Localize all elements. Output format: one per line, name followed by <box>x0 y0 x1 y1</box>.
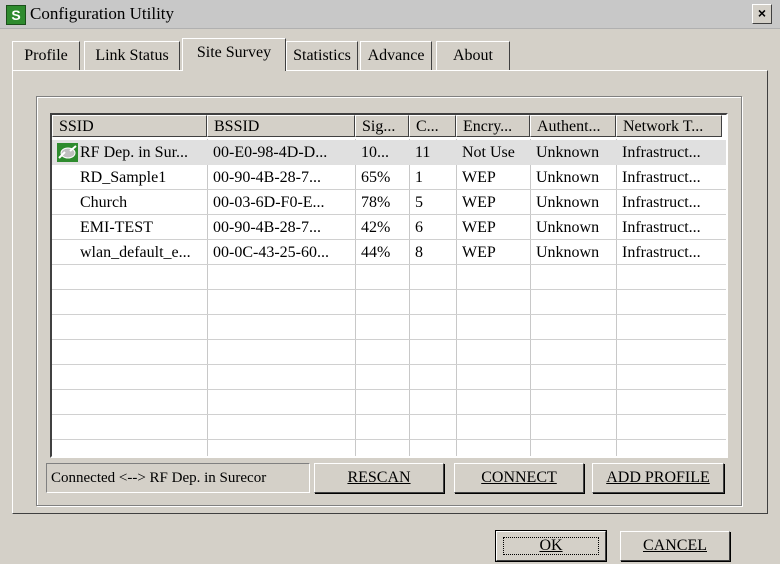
bssid-cell: 00-03-6D-F0-E... <box>213 194 325 211</box>
tab-statistics[interactable]: Statistics <box>286 41 358 70</box>
authentication-cell: Unknown <box>536 194 600 211</box>
focus-rectangle <box>503 537 599 555</box>
authentication-cell: Unknown <box>536 244 600 261</box>
channel-cell: 1 <box>415 169 423 186</box>
rescan-label: RESCAN <box>347 469 411 486</box>
row-line <box>52 439 726 440</box>
channel-cell: 5 <box>415 194 423 211</box>
signal-cell: 78% <box>361 194 391 211</box>
row-line <box>52 314 726 315</box>
bssid-cell: 00-90-4B-28-7... <box>213 169 321 186</box>
table-row[interactable]: Church 00-03-6D-F0-E... 78% 5 WEP Unknow… <box>52 190 726 215</box>
authentication-cell: Unknown <box>536 169 600 186</box>
ssid-cell: RD_Sample1 <box>80 169 167 186</box>
connect-button[interactable]: CONNECT <box>454 463 584 493</box>
authentication-cell: Unknown <box>536 144 600 161</box>
network-type-cell: Infrastruct... <box>622 219 701 236</box>
column-header-bssid[interactable]: BSSID <box>207 115 355 137</box>
table-row[interactable]: EMI-TEST 00-90-4B-28-7... 42% 6 WEP Unkn… <box>52 215 726 240</box>
channel-cell: 6 <box>415 219 423 236</box>
table-row[interactable]: RD_Sample1 00-90-4B-28-7... 65% 1 WEP Un… <box>52 165 726 190</box>
signal-cell: 44% <box>361 244 391 261</box>
signal-cell: 10... <box>361 144 389 161</box>
row-line <box>52 414 726 415</box>
network-type-cell: Infrastruct... <box>622 194 701 211</box>
close-button[interactable]: × <box>752 4 772 24</box>
column-header-channel[interactable]: C... <box>409 115 456 137</box>
ssid-cell: EMI-TEST <box>80 219 153 236</box>
encryption-cell: WEP <box>462 219 496 236</box>
column-header-encryption[interactable]: Encry... <box>456 115 530 137</box>
title-bar: S Configuration Utility × <box>0 0 780 29</box>
row-line <box>52 389 726 390</box>
column-header-signal[interactable]: Sig... <box>355 115 409 137</box>
network-type-cell: Infrastruct... <box>622 144 701 161</box>
network-type-cell: Infrastruct... <box>622 244 701 261</box>
signal-cell: 42% <box>361 219 391 236</box>
ssid-cell: RF Dep. in Sur... <box>80 144 189 161</box>
cancel-label: CANCEL <box>643 537 707 554</box>
list-header: SSID BSSID Sig... C... Encry... Authent.… <box>52 115 726 139</box>
rescan-button[interactable]: RESCAN <box>314 463 444 493</box>
site-survey-list[interactable]: SSID BSSID Sig... C... Encry... Authent.… <box>50 113 728 458</box>
table-row[interactable]: wlan_default_e... 00-0C-43-25-60... 44% … <box>52 240 726 265</box>
row-line <box>52 289 726 290</box>
row-line <box>52 339 726 340</box>
channel-cell: 8 <box>415 244 423 261</box>
network-type-cell: Infrastruct... <box>622 169 701 186</box>
column-header-network-type[interactable]: Network T... <box>616 115 722 137</box>
tab-site-survey[interactable]: Site Survey <box>182 38 286 71</box>
encryption-cell: WEP <box>462 194 496 211</box>
signal-cell: 65% <box>361 169 391 186</box>
bssid-cell: 00-0C-43-25-60... <box>213 244 329 261</box>
app-icon: S <box>6 5 26 25</box>
add-profile-label: ADD PROFILE <box>606 469 710 486</box>
bssid-cell: 00-90-4B-28-7... <box>213 219 321 236</box>
cancel-button[interactable]: CANCEL <box>620 531 730 561</box>
tab-link-status[interactable]: Link Status <box>84 41 180 70</box>
ssid-cell: wlan_default_e... <box>80 244 191 261</box>
window-title: Configuration Utility <box>30 4 175 23</box>
tab-about[interactable]: About <box>436 41 510 70</box>
encryption-cell: Not Use <box>462 144 515 161</box>
channel-cell: 11 <box>415 144 431 161</box>
column-header-ssid[interactable]: SSID <box>52 115 207 137</box>
add-profile-button[interactable]: ADD PROFILE <box>592 463 724 493</box>
bssid-cell: 00-E0-98-4D-D... <box>213 144 328 161</box>
connection-status: Connected <--> RF Dep. in Surecor <box>46 463 310 493</box>
ssid-cell: Church <box>80 194 128 211</box>
encryption-cell: WEP <box>462 169 496 186</box>
ok-button[interactable]: OK <box>495 530 607 562</box>
row-line <box>52 364 726 365</box>
encryption-cell: WEP <box>462 244 496 261</box>
tab-advance[interactable]: Advance <box>360 41 432 70</box>
connect-label: CONNECT <box>481 469 557 486</box>
tab-profile[interactable]: Profile <box>12 41 80 70</box>
table-row[interactable]: RF Dep. in Sur... 00-E0-98-4D-D... 10...… <box>52 140 726 165</box>
column-header-authentication[interactable]: Authent... <box>530 115 616 137</box>
authentication-cell: Unknown <box>536 219 600 236</box>
